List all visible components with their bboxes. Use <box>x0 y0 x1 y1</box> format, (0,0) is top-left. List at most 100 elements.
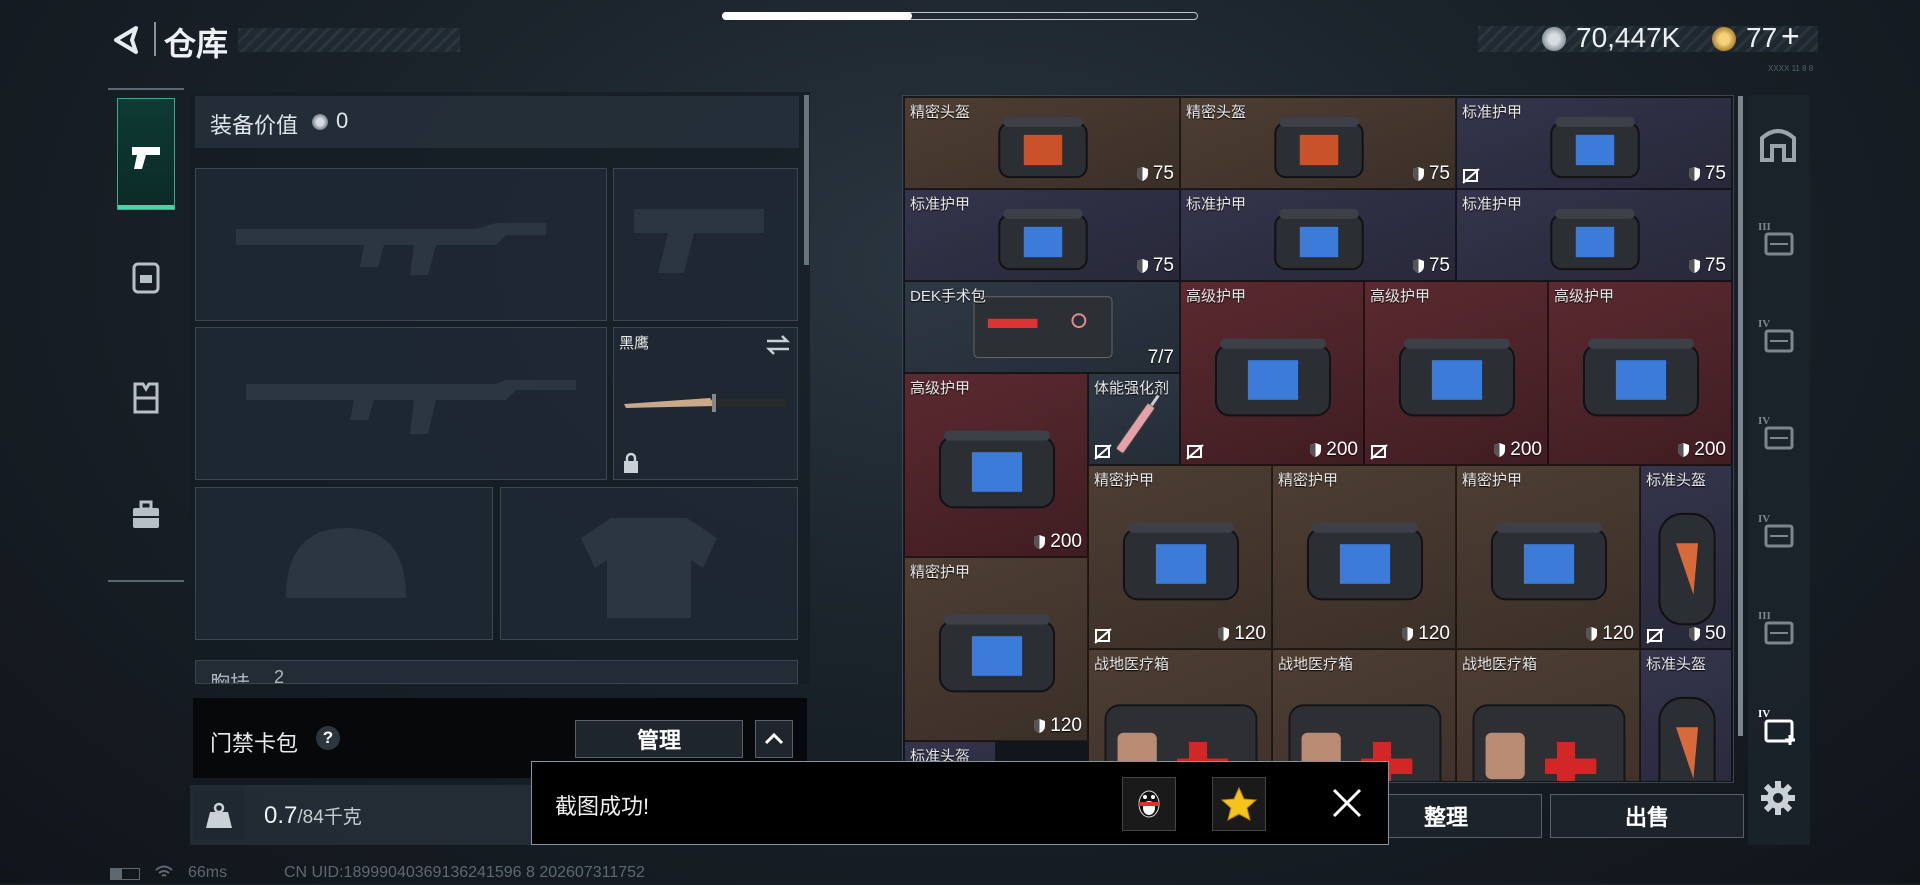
tab-weapons[interactable] <box>117 98 175 210</box>
item-name: 战地医疗箱 <box>1094 656 1170 673</box>
item-value-text: 75 <box>1152 163 1174 184</box>
armor-value-icon <box>1218 627 1230 641</box>
top-caption: XXXX 11 8 8 <box>1768 64 1814 73</box>
ticket-icon <box>1712 27 1736 51</box>
equip-value-coin-icon <box>312 114 328 130</box>
item-value: 75 <box>1412 163 1450 185</box>
armor-bag-icon <box>1122 522 1240 601</box>
secondary-weapon-slot[interactable] <box>613 168 798 321</box>
item-value: 200 <box>1493 439 1542 461</box>
equip-value-amount: 0 <box>336 108 349 133</box>
inventory-item[interactable]: 标准护甲 75 <box>1456 97 1732 189</box>
inventory-grid: 精密头盔 75 精密头盔 75 标准护甲 75 标准护甲 75 标准护甲 75 标准护甲 7… <box>904 97 1732 781</box>
item-name: 标准头盔 <box>1646 656 1707 673</box>
item-value: 50 <box>1688 623 1726 645</box>
item-value-text: 120 <box>1602 623 1634 644</box>
tab-briefcase[interactable] <box>117 486 175 544</box>
toast-close-button[interactable] <box>1326 782 1368 824</box>
item-name: 战地医疗箱 <box>1462 656 1538 673</box>
back-button[interactable] <box>106 20 146 60</box>
tertiary-weapon-slot[interactable] <box>195 327 607 480</box>
item-name: 标准头盔 <box>1646 472 1707 489</box>
settings-button[interactable] <box>1756 776 1800 820</box>
inventory-item[interactable]: 高级护甲 200 <box>1364 281 1548 465</box>
sell-button[interactable]: 出售 <box>1550 794 1744 838</box>
tier-iv-box-icon[interactable]: IV <box>1756 315 1800 359</box>
tab-backpack[interactable] <box>117 248 175 306</box>
inventory-item[interactable]: DEK手术包 7/7 <box>904 281 1180 373</box>
coin-amount: 70,447K <box>1576 22 1681 53</box>
inventory-item[interactable]: 体能强化剂 <box>1088 373 1180 465</box>
tier-iv-add-icon[interactable]: IV <box>1756 705 1800 749</box>
inventory-item[interactable]: 高级护甲 200 <box>904 373 1088 557</box>
primary-weapon-slot[interactable] <box>195 168 607 321</box>
inventory-item[interactable]: 高级护甲 200 <box>1180 281 1364 465</box>
equip-value-label: 装备价值 <box>210 113 299 138</box>
item-value: 200 <box>1677 439 1726 461</box>
item-value: 75 <box>1136 163 1174 185</box>
item-name: 精密护甲 <box>910 564 971 581</box>
armor-bag-icon <box>1490 522 1608 601</box>
item-value-text: 200 <box>1050 531 1082 552</box>
keycard-help-icon[interactable]: ? <box>316 726 340 750</box>
item-value-text: 200 <box>1510 439 1542 460</box>
expand-button[interactable] <box>755 720 793 758</box>
loadout-scrollbar[interactable] <box>804 95 809 265</box>
item-name: 高级护甲 <box>1554 288 1615 305</box>
inventory-item[interactable]: 精密头盔 75 <box>904 97 1180 189</box>
gear-icon <box>1761 781 1795 815</box>
armor-value-icon <box>1136 167 1148 181</box>
inventory-item[interactable]: 战地医疗箱 <box>1456 649 1640 781</box>
left-tab-bracket-top <box>108 88 184 90</box>
insurance-off-icon <box>1370 444 1388 460</box>
toast-message: 截图成功! <box>555 794 650 819</box>
armor-value-icon <box>1136 259 1148 273</box>
swap-icon[interactable] <box>765 334 791 356</box>
ping-text: 66ms <box>188 864 228 881</box>
item-value-text: 75 <box>1152 255 1174 276</box>
weight-current: 0.7/84千克 <box>264 802 362 830</box>
item-value: 120 <box>1401 623 1450 645</box>
armor-bag-icon <box>1398 338 1516 417</box>
item-value: 200 <box>1033 531 1082 553</box>
item-value-text: 75 <box>1428 255 1450 276</box>
chest-rig-row[interactable]: 胸挂 2 <box>195 660 798 684</box>
tab-vest[interactable] <box>117 368 175 426</box>
insurance-off-icon <box>1186 444 1204 460</box>
inventory-item[interactable]: 精密护甲 120 <box>904 557 1088 741</box>
melee-slot[interactable]: 黑鹰 <box>613 327 798 480</box>
item-name: 精密护甲 <box>1462 472 1523 489</box>
body-armor-slot[interactable] <box>500 487 798 640</box>
inventory-item[interactable]: 精密护甲 120 <box>1272 465 1456 649</box>
svg-text:IV: IV <box>1758 513 1770 525</box>
item-name: 标准护甲 <box>1462 196 1523 213</box>
item-value-text: 120 <box>1418 623 1450 644</box>
knife-name: 黑鹰 <box>619 335 650 352</box>
ticket-plus-button[interactable]: + <box>1781 18 1800 55</box>
manage-button[interactable]: 管理 <box>575 720 743 758</box>
inventory-item[interactable]: 精密护甲 120 <box>1456 465 1640 649</box>
item-value-text: 120 <box>1234 623 1266 644</box>
inventory-item[interactable]: 标准护甲 75 <box>1456 189 1732 281</box>
share-qq-button[interactable] <box>1122 777 1176 831</box>
tier-iv-box-icon[interactable]: IV <box>1756 412 1800 456</box>
inventory-item[interactable]: 标准护甲 75 <box>904 189 1180 281</box>
inventory-item[interactable]: 高级护甲 200 <box>1548 281 1732 465</box>
insurance-off-icon <box>1646 628 1664 644</box>
share-qzone-button[interactable] <box>1212 777 1266 831</box>
item-name: 精密头盔 <box>1186 104 1247 121</box>
weight-current-value: 0.7 <box>264 802 298 829</box>
tier-iii-crate-icon[interactable]: III <box>1756 218 1800 262</box>
arch-icon[interactable] <box>1756 122 1800 166</box>
inventory-item[interactable]: 标准头盔 <box>1640 649 1732 781</box>
inventory-item[interactable]: 标准头盔 50 <box>1640 465 1732 649</box>
inventory-item[interactable]: 精密护甲 120 <box>1088 465 1272 649</box>
weight-icon <box>206 802 232 828</box>
inventory-item[interactable]: 精密头盔 75 <box>1180 97 1456 189</box>
inventory-scrollbar[interactable] <box>1738 96 1743 736</box>
inventory-item[interactable]: 标准护甲 75 <box>1180 189 1456 281</box>
item-name: 标准护甲 <box>1186 196 1247 213</box>
tier-iv-box-icon[interactable]: IV <box>1756 510 1800 554</box>
helmet-slot[interactable] <box>195 487 493 640</box>
tier-iii-key-icon[interactable]: III <box>1756 607 1800 651</box>
